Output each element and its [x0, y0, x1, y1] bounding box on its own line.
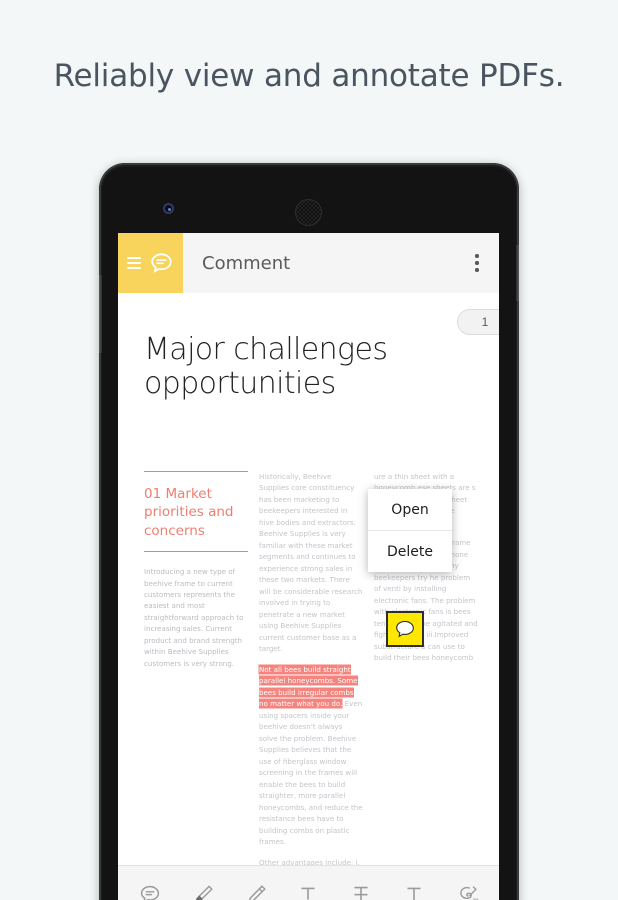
signature-pen-icon [459, 885, 479, 900]
comment-annotation-marker[interactable] [386, 611, 424, 647]
text-icon [407, 887, 421, 900]
comment-bubble-icon [148, 250, 175, 277]
strikethrough-text-tool[interactable] [344, 878, 378, 900]
divider-top [144, 471, 248, 473]
text-underline-icon [301, 887, 315, 900]
mode-indicator[interactable] [118, 233, 183, 293]
middle-column: Historically, Beehive Supplies core cons… [259, 471, 363, 891]
speech-bubble-icon [396, 620, 414, 638]
earpiece-speaker-icon [295, 199, 322, 226]
pencil-icon [248, 884, 266, 900]
signature-tool[interactable] [450, 878, 484, 900]
phone-device-frame: Comment 1 Major challenges opportunities… [99, 163, 519, 900]
paragraph: Introducing a new type of beehive frame … [144, 567, 244, 668]
highlighter-icon [195, 884, 213, 900]
context-menu-item-open[interactable]: Open [368, 489, 452, 530]
comment-tool[interactable] [133, 878, 167, 900]
section-heading: 01 Market priorities and concerns [144, 486, 234, 539]
pencil-tool[interactable] [239, 878, 273, 900]
page-number-badge: 1 [457, 309, 499, 335]
app-bar: Comment [118, 233, 499, 293]
document-title: Major challenges opportunities [144, 332, 388, 401]
text-tool[interactable] [397, 878, 431, 900]
overflow-menu-icon[interactable] [455, 233, 499, 293]
hamburger-icon[interactable] [126, 257, 141, 269]
paragraph-with-highlight: Not all bees build straight parallel hon… [259, 664, 363, 848]
phone-screen: Comment 1 Major challenges opportunities… [118, 233, 499, 900]
power-button[interactable] [516, 245, 519, 301]
page-title: Reliably view and annotate PDFs. [53, 58, 565, 94]
annotation-toolbar [118, 865, 499, 900]
promo-screenshot: Reliably view and annotate PDFs. Comment… [0, 0, 618, 900]
comment-bubble-icon [141, 885, 160, 900]
volume-rocker-button[interactable] [99, 275, 102, 353]
paragraph-rest: Even using spacers inside your beehive d… [259, 699, 363, 847]
paragraph: Historically, Beehive Supplies core cons… [259, 472, 363, 654]
highlighter-tool[interactable] [186, 878, 220, 900]
app-bar-title: Comment [202, 252, 291, 274]
pdf-page[interactable]: 1 Major challenges opportunities 01 Mark… [118, 293, 499, 900]
left-column: 01 Market priorities and concerns Introd… [144, 471, 248, 891]
highlighted-text[interactable]: Not all bees build straight parallel hon… [259, 664, 358, 709]
divider-bottom [144, 550, 248, 553]
text-strikethrough-icon [354, 886, 368, 900]
underline-text-tool[interactable] [291, 878, 325, 900]
context-menu[interactable]: Open Delete [368, 489, 452, 572]
context-menu-item-delete[interactable]: Delete [368, 531, 452, 572]
front-camera-icon [163, 203, 174, 214]
